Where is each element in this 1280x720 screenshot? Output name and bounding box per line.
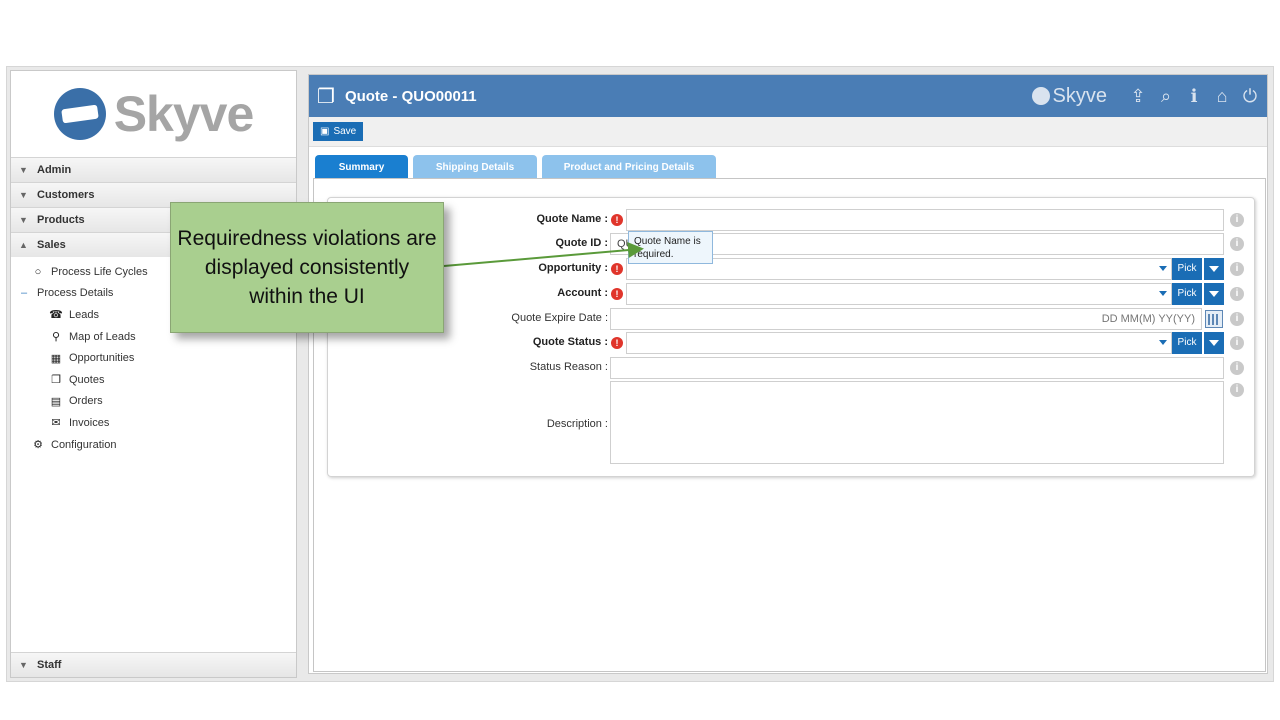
annotation-callout: Requiredness violations are displayed co… bbox=[170, 202, 444, 333]
callout-text: Requiredness violations are displayed co… bbox=[177, 227, 437, 308]
callout-arrow bbox=[443, 242, 644, 267]
